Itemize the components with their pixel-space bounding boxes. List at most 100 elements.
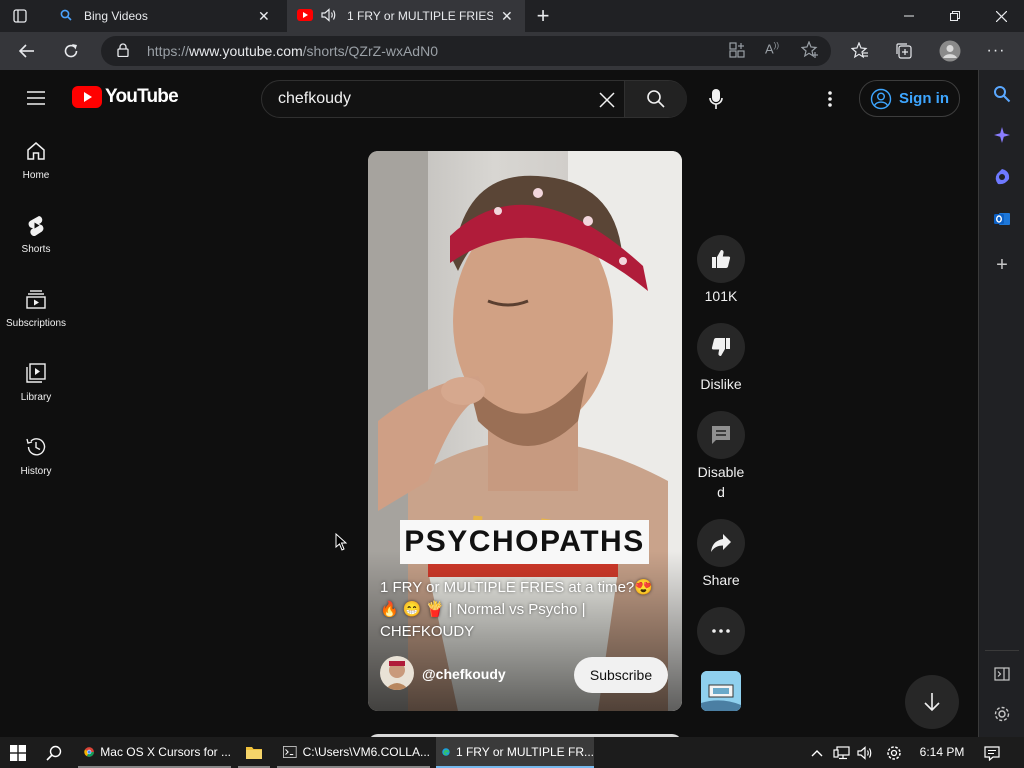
url-text[interactable]: https://www.youtube.com/shorts/QZrZ-wxAd… [147, 43, 438, 59]
copilot-sparkle-icon[interactable] [989, 123, 1015, 147]
new-tab-icon[interactable]: + [530, 3, 556, 28]
sidebar-item-label: History [20, 465, 52, 477]
close-window-icon[interactable] [978, 0, 1024, 32]
comment-icon [712, 426, 730, 444]
channel-name-link[interactable]: @chefkoudy [422, 666, 506, 682]
read-aloud-icon[interactable]: A)) [765, 41, 779, 56]
sidebar-item-label: Subscriptions [5, 317, 67, 329]
windows-start-icon[interactable] [8, 744, 28, 762]
show-hidden-icons-chevron-icon[interactable] [808, 745, 826, 761]
settings-more-icon[interactable]: ··· [984, 39, 1008, 63]
youtube-logo-icon [72, 86, 102, 108]
next-short-button[interactable] [905, 675, 959, 729]
share-button[interactable] [697, 519, 745, 567]
taskbar-item-label: C:\Users\VM6.COLLA... [302, 744, 430, 759]
sound-thumbnail[interactable] [701, 671, 741, 711]
sidebar-item-label: Library [20, 391, 52, 403]
channel-avatar[interactable] [380, 656, 414, 690]
menu-hamburger-icon[interactable] [24, 88, 48, 108]
dislike-label: Dislike [700, 376, 742, 392]
share-arrow-icon [711, 534, 731, 552]
short-video-player[interactable]: PSYCHOPATHS 1 FRY or MULTIPLE FRIES at a… [368, 151, 682, 711]
favorites-icon[interactable] [848, 39, 872, 63]
address-bar[interactable]: https://www.youtube.com/shorts/QZrZ-wxAd… [101, 36, 831, 66]
back-icon[interactable] [14, 39, 40, 63]
search-button[interactable] [624, 81, 687, 117]
search-icon[interactable] [989, 82, 1015, 106]
sidebar-item-shorts[interactable]: Shorts [0, 204, 72, 264]
outlook-icon[interactable] [989, 207, 1015, 231]
voice-search-button[interactable] [697, 80, 735, 118]
microphone-icon [709, 89, 723, 109]
add-favorite-icon[interactable] [800, 40, 819, 62]
search-icon[interactable] [44, 743, 64, 763]
dislike-button[interactable] [697, 323, 745, 371]
settings-gear-icon[interactable] [884, 743, 904, 763]
divider [985, 650, 1019, 651]
taskbar-item-file-explorer[interactable] [238, 737, 270, 768]
tab-bing-videos[interactable]: Bing Videos ✕ [48, 0, 286, 32]
youtube-logo[interactable]: YouTube [72, 86, 179, 108]
collections-icon[interactable] [892, 39, 916, 63]
network-icon[interactable] [832, 744, 852, 762]
designer-icon[interactable] [989, 165, 1015, 189]
search-input[interactable] [278, 90, 578, 108]
caption-line: 1 FRY or MULTIPLE FRIES at a time?😍 [380, 579, 653, 596]
close-tab-icon[interactable]: ✕ [258, 8, 270, 25]
sidebar-item-label: Shorts [21, 243, 51, 255]
taskbar-item-terminal[interactable]: C:\Users\VM6.COLLA... [277, 737, 430, 768]
file-explorer-icon [246, 746, 262, 759]
tab-youtube-short[interactable]: 1 FRY or MULTIPLE FRIES at ✕ [287, 0, 525, 32]
sign-in-button[interactable]: Sign in [859, 80, 960, 117]
search-icon [647, 90, 665, 108]
more-actions-button[interactable] [697, 607, 745, 655]
more-options-icon[interactable] [820, 87, 840, 111]
comments-label: Disable d [690, 462, 752, 502]
edge-icon [442, 747, 450, 756]
sidebar-item-label: Home [22, 169, 50, 181]
tab-actions-icon[interactable] [10, 7, 30, 25]
minimize-icon[interactable] [886, 0, 932, 32]
close-tab-icon[interactable]: ✕ [501, 8, 513, 25]
thumbs-up-icon [712, 250, 731, 268]
clear-search-icon[interactable] [597, 90, 617, 110]
notifications-icon[interactable] [982, 744, 1002, 762]
overlay-title-text: PSYCHOPATHS [400, 520, 649, 564]
share-label: Share [702, 572, 740, 588]
arrow-down-icon [924, 693, 940, 712]
customize-gear-icon[interactable] [989, 702, 1015, 726]
tab-title: Bing Videos [84, 9, 148, 23]
comments-button[interactable] [697, 411, 745, 459]
volume-icon[interactable] [856, 744, 876, 762]
short-caption: 1 FRY or MULTIPLE FRIES at a time?😍 🔥 😁 … [380, 577, 670, 643]
history-icon [26, 437, 46, 455]
profile-avatar-icon[interactable] [938, 39, 962, 63]
terminal-icon [283, 745, 297, 758]
taskbar-item-edge[interactable]: 1 FRY or MULTIPLE FR... [436, 737, 594, 768]
browser-tab-bar: Bing Videos ✕ 1 FRY or MULTIPLE FRIES at… [0, 0, 1024, 32]
taskbar-item-chrome[interactable]: Mac OS X Cursors for ... [78, 737, 231, 768]
music-icon [701, 671, 741, 711]
hide-sidebar-icon[interactable] [989, 662, 1015, 686]
app-available-icon[interactable] [729, 42, 745, 61]
audio-playing-icon[interactable] [321, 7, 337, 25]
shorts-icon [28, 215, 44, 236]
lock-icon[interactable] [117, 42, 129, 60]
clock-time[interactable]: 6:14 PM [912, 745, 972, 759]
sidebar-item-subscriptions[interactable]: Subscriptions [0, 278, 72, 338]
refresh-icon[interactable] [58, 39, 84, 63]
sidebar-item-home[interactable]: Home [0, 130, 72, 190]
sidebar-item-library[interactable]: Library [0, 352, 72, 412]
like-button[interactable] [697, 235, 745, 283]
search-box[interactable] [261, 80, 687, 118]
restore-icon[interactable] [932, 0, 978, 32]
like-count: 101K [704, 288, 738, 304]
comments-label-line: d [717, 484, 725, 500]
taskbar-item-label: Mac OS X Cursors for ... [100, 744, 231, 759]
thumbs-down-icon [711, 338, 730, 356]
subscribe-button[interactable]: Subscribe [574, 657, 668, 693]
add-sidebar-app-icon[interactable]: + [989, 253, 1015, 277]
caption-line: 🔥 😁 🍟 | Normal vs Psycho | [380, 601, 586, 618]
youtube-logo-text: YouTube [105, 86, 179, 107]
sidebar-item-history[interactable]: History [0, 426, 72, 486]
